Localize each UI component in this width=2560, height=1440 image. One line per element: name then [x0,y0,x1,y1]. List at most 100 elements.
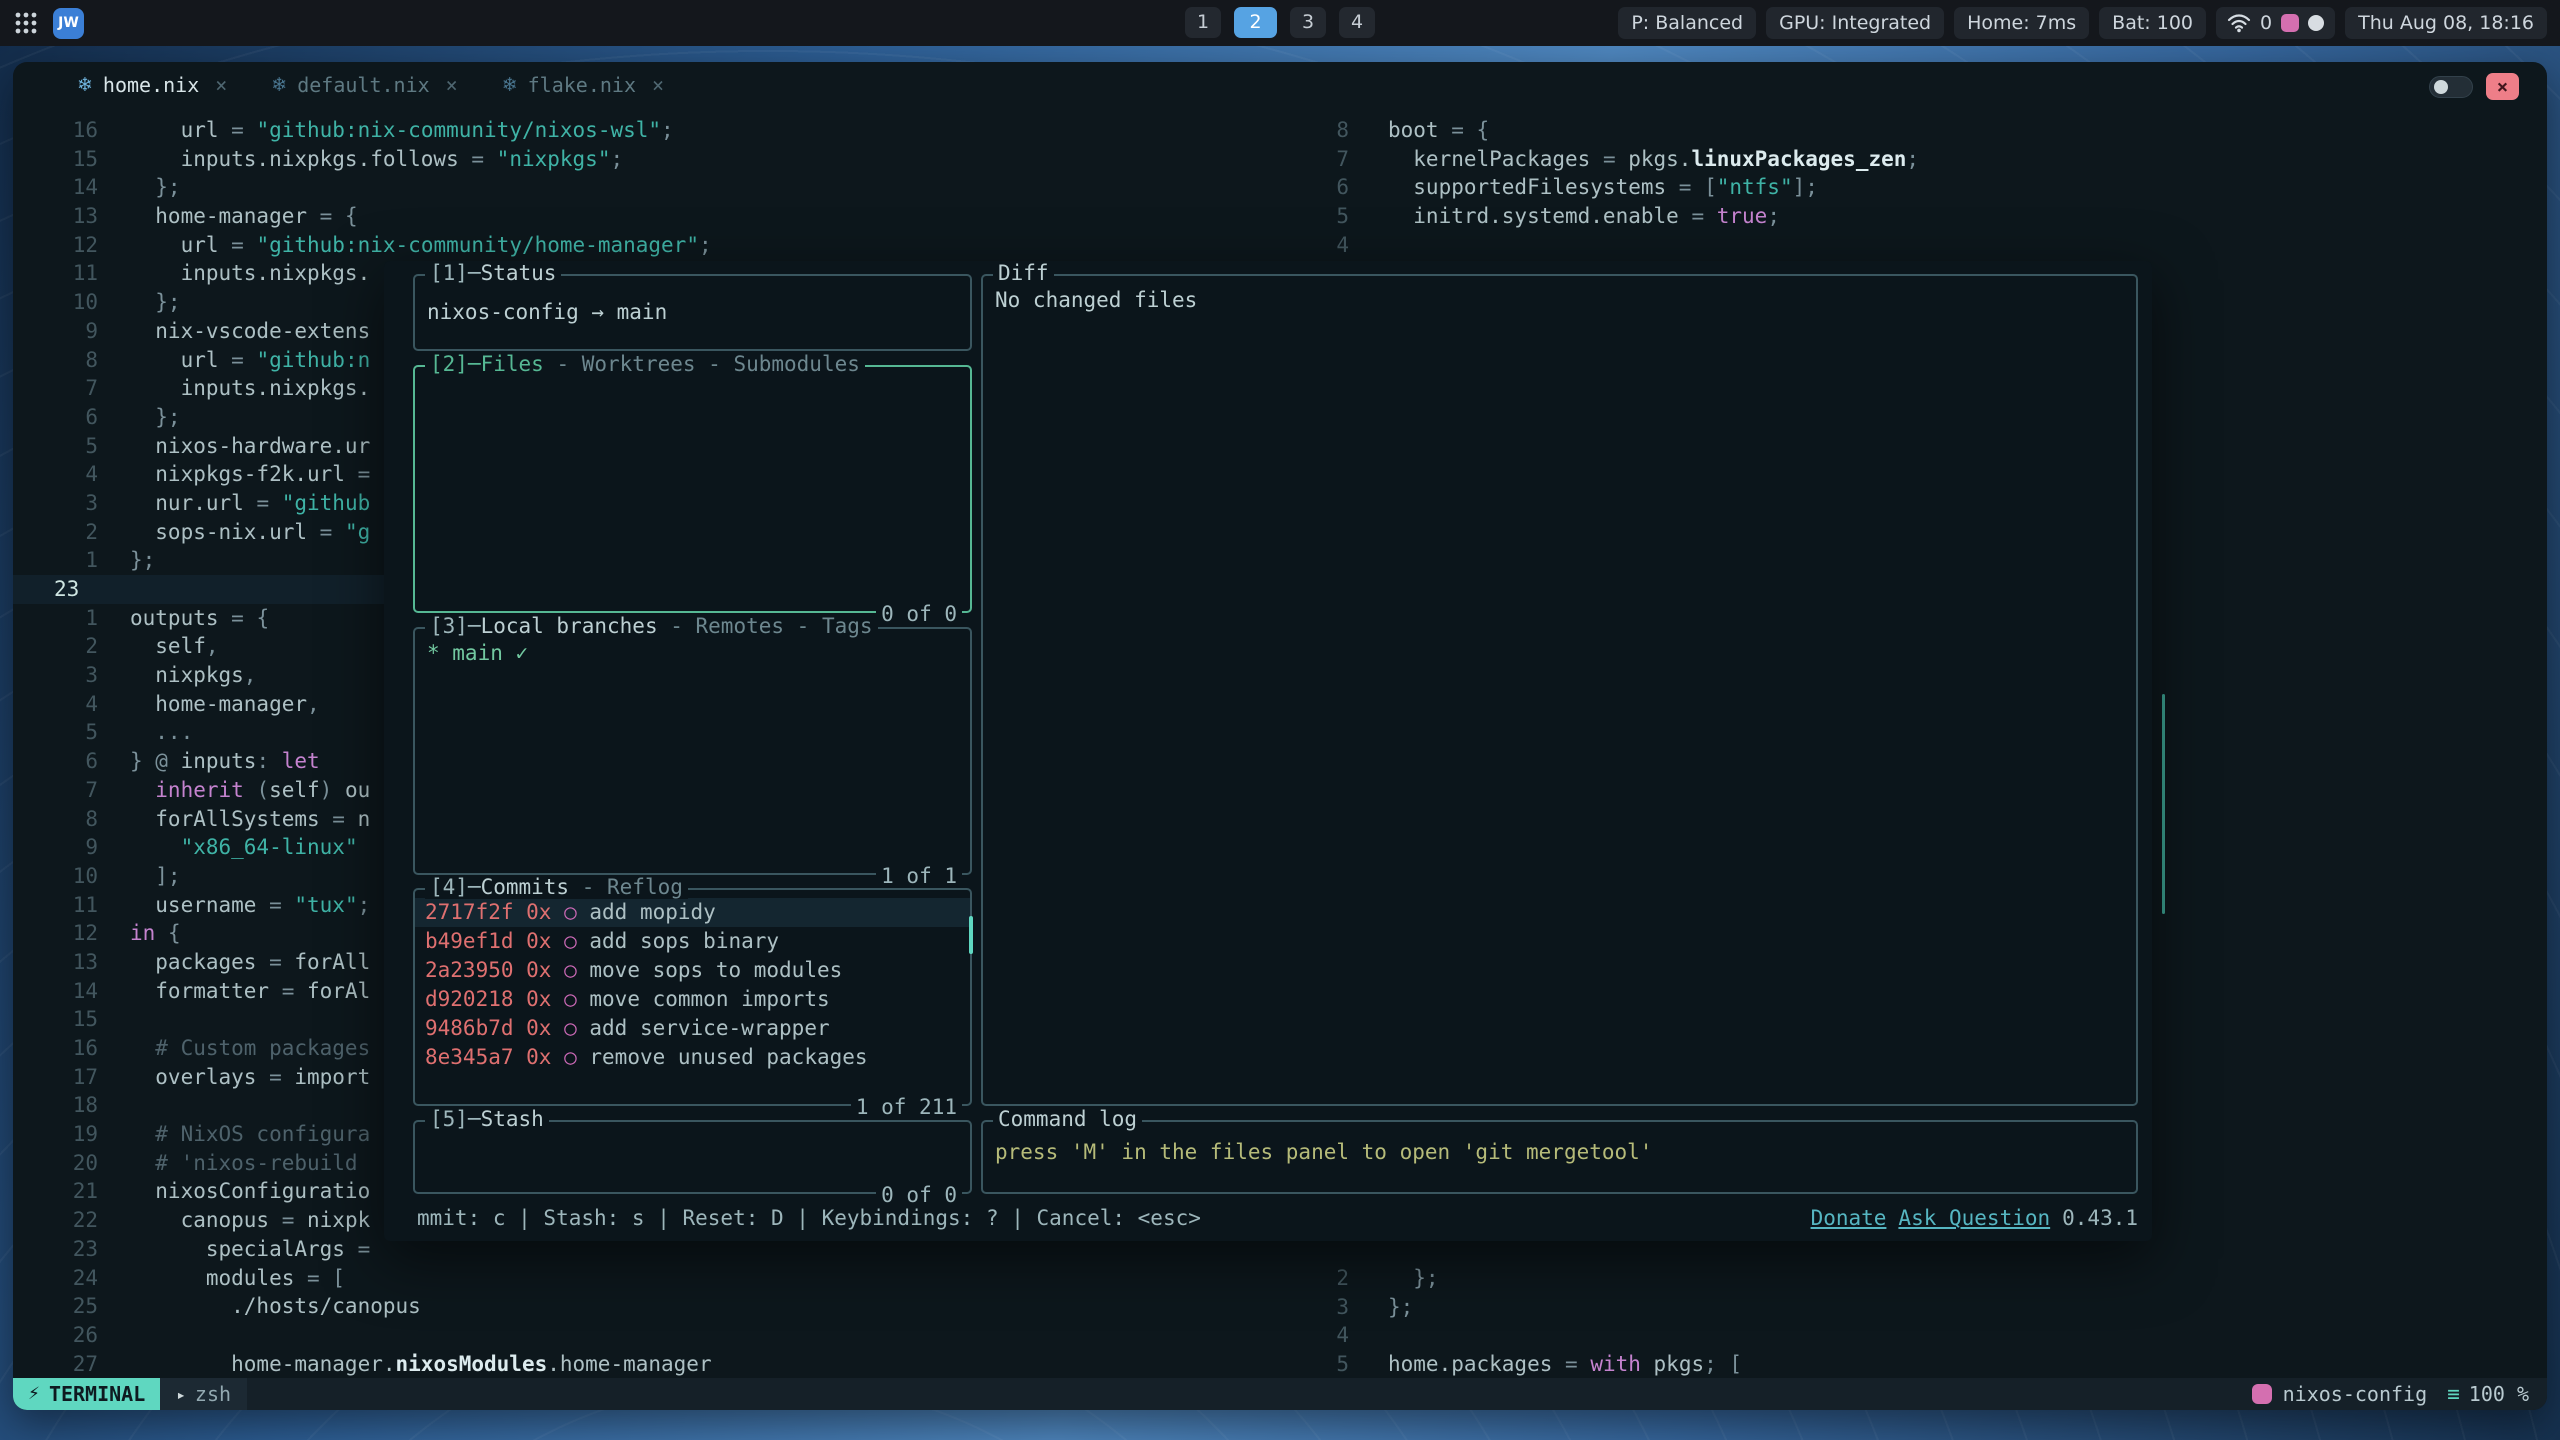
commit-row[interactable]: 8e345a7 0x ○ remove unused packages [415,1043,970,1072]
line-number: 6 [1306,173,1349,202]
commit-row[interactable]: 9486b7d 0x ○ add service-wrapper [415,1014,970,1043]
line-number: 5 [13,718,98,747]
code-line: 12 url = "github:nix-community/home-mana… [13,231,1306,260]
right-editor-pane-top[interactable]: 8boot = {7 kernelPackages = pkgs.linuxPa… [1306,108,2547,259]
line-number: 6 [13,403,98,432]
nix-snowflake-icon: ❄ [271,74,287,96]
gpu-indicator: GPU: Integrated [1766,7,1944,39]
line-number: 1 [13,604,98,633]
panel-title: [1]─Status [425,261,561,285]
power-profile-indicator: P: Balanced [1618,7,1756,39]
tab-home-nix[interactable]: ❄ home.nix × [77,73,227,97]
repo-icon [2252,1384,2272,1404]
line-number: 11 [13,259,98,288]
donate-link[interactable]: Donate [1811,1204,1887,1233]
line-number: 8 [13,346,98,375]
commits-scrollbar[interactable] [969,916,973,954]
commit-row[interactable]: 2717f2f 0x ○ add mopidy [415,898,970,927]
shell-tab[interactable]: ▸ zsh [160,1378,247,1410]
nix-snowflake-icon: ❄ [502,74,518,96]
code-line: 14 }; [13,173,1306,202]
line-number: 13 [13,202,98,231]
workspace-4[interactable]: 4 [1339,7,1375,38]
ask-question-link[interactable]: Ask Question [1898,1204,2050,1233]
shell-label: zsh [195,1382,231,1406]
workspace-3[interactable]: 3 [1290,7,1326,38]
line-number: 24 [13,1264,98,1293]
tray-light-icon[interactable] [2308,15,2324,31]
line-number: 14 [13,173,98,202]
code-line: 8boot = { [1306,116,2547,145]
lazygit-stash-panel[interactable]: [5]─Stash 0 of 0 [413,1120,972,1194]
apps-grid-icon[interactable] [13,10,39,36]
line-number: 2 [13,632,98,661]
tab-label: home.nix [103,73,199,97]
topbar-left: JW [13,8,84,39]
nix-snowflake-icon: ❄ [77,74,93,96]
lazygit-branches-panel[interactable]: [3]─Local branches - Remotes - Tags * ma… [413,627,972,875]
battery-indicator: Bat: 100 [2099,7,2206,39]
clock: Thu Aug 08, 18:16 [2345,7,2547,39]
right-editor-pane-bottom[interactable]: 2 };3};45home.packages = with pkgs; [ [1306,1264,2547,1378]
panel-title: Command log [993,1107,1142,1131]
line-number: 2 [1306,1264,1349,1293]
line-number: 21 [13,1177,98,1206]
code-line: 15 inputs.nixpkgs.follows = "nixpkgs"; [13,145,1306,174]
tray-pink-icon[interactable] [2281,14,2299,32]
line-number: 18 [13,1091,98,1120]
lazygit-files-panel[interactable]: [2]─Files - Worktrees - Submodules 0 of … [413,365,972,613]
code-line: 3}; [1306,1293,2547,1322]
commit-row[interactable]: b49ef1d 0x ○ add sops binary [415,927,970,956]
close-tab-icon[interactable]: × [652,73,664,97]
close-tab-icon[interactable]: × [446,73,458,97]
code-line: 13 home-manager = { [13,202,1306,231]
line-number: 6 [13,747,98,776]
line-number: 23 [13,1235,98,1264]
topbar-right: P: Balanced GPU: Integrated Home: 7ms Ba… [1618,7,2547,39]
line-number: 5 [13,432,98,461]
line-number: 4 [13,690,98,719]
close-window-button[interactable]: × [2486,73,2519,100]
list-icon: ≡ [2447,1382,2460,1406]
line-number: 4 [13,460,98,489]
ping-indicator: Home: 7ms [1954,7,2089,39]
tab-flake-nix[interactable]: ❄ flake.nix × [502,73,664,97]
lazygit-status-panel[interactable]: [1]─Status nixos-config → main [413,274,972,351]
line-number: 5 [1306,1350,1349,1378]
wifi-icon[interactable] [2227,13,2251,33]
line-number: 15 [13,1005,98,1034]
code-line: 25 ./hosts/canopus [13,1292,1306,1321]
line-number: 13 [13,948,98,977]
line-number: 3 [13,489,98,518]
workspace-1[interactable]: 1 [1185,7,1221,38]
panel-title: [2]─Files - Worktrees - Submodules [425,352,865,376]
line-number: 4 [1306,1321,1349,1350]
scroll-percent: 100 % [2469,1382,2529,1406]
editor-scrollbar[interactable] [2162,694,2165,914]
line-number: 7 [13,776,98,805]
lazygit-commits-panel[interactable]: [4]─Commits - Reflog 2717f2f 0x ○ add mo… [413,888,972,1106]
tab-default-nix[interactable]: ❄ default.nix × [271,73,457,97]
panel-title: [3]─Local branches - Remotes - Tags [425,614,878,638]
line-number: 9 [13,833,98,862]
topbar: JW 1 2 3 4 P: Balanced GPU: Integrated H… [0,0,2560,46]
line-number: 8 [1306,116,1349,145]
code-line: 26 [13,1321,1306,1350]
mode-indicator: ⚡ TERMINAL [13,1378,160,1410]
workspace-2-active[interactable]: 2 [1234,7,1277,38]
lazygit-command-log-panel[interactable]: Command log press 'M' in the files panel… [981,1120,2138,1194]
toggle-switch[interactable] [2429,76,2473,98]
close-tab-icon[interactable]: × [215,73,227,97]
line-number: 19 [13,1120,98,1149]
line-number: 16 [13,1034,98,1063]
app-badge[interactable]: JW [53,8,84,39]
commit-row[interactable]: d920218 0x ○ move common imports [415,985,970,1014]
line-number: 3 [13,661,98,690]
buffer-tabbar: ❄ home.nix × ❄ default.nix × ❄ flake.nix… [13,62,2547,108]
lazygit-diff-panel[interactable]: Diff No changed files [981,274,2138,1106]
panel-title: Diff [993,261,1054,285]
code-line: 7 kernelPackages = pkgs.linuxPackages_ze… [1306,145,2547,174]
commit-row[interactable]: 2a23950 0x ○ move sops to modules [415,956,970,985]
code-line: 2 }; [1306,1264,2547,1293]
desktop: JW 1 2 3 4 P: Balanced GPU: Integrated H… [0,0,2560,1440]
